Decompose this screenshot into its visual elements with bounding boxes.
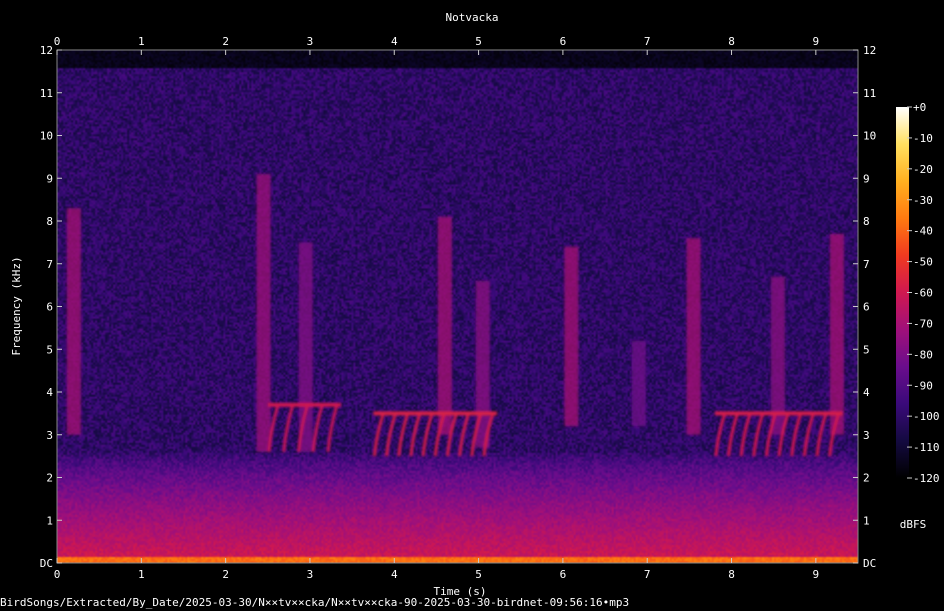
spectrogram-chart: Notvacka 0123456789 0123456789 DC1234567… [10, 11, 940, 598]
y-tick-label: 1 [46, 514, 53, 527]
y-tick-label: 11 [40, 87, 53, 100]
bird-call-mark [256, 173, 271, 452]
y-tick-label-right: 1 [863, 514, 870, 527]
y-tick-label: 7 [46, 258, 53, 271]
colorbar-ticks: +0 -10 -20 -30 -40 -50 -60 -70 -80 -90 -100 -110 -12… [907, 101, 940, 485]
colorbar-tick-label: -100 [913, 410, 940, 423]
x-tick-label: 4 [391, 568, 398, 581]
colorbar-tick-label: -60 [913, 287, 933, 300]
bird-call-mark [829, 233, 844, 435]
y-tick-label: 4 [46, 386, 53, 399]
trill-band [714, 411, 843, 416]
y-tick-label-right: 10 [863, 130, 876, 143]
colorbar-tick-label: -40 [913, 225, 933, 238]
x-tick-label-top: 7 [644, 35, 651, 48]
bird-call-mark [631, 340, 646, 427]
trill-band [373, 411, 498, 416]
y-tick-label: 2 [46, 472, 53, 485]
y-tick-label: 5 [46, 343, 53, 356]
y-tick-label-right: 7 [863, 258, 870, 271]
plot-area [57, 50, 858, 563]
y-tick-label: 12 [40, 44, 53, 57]
x-tick-label: 8 [728, 568, 735, 581]
colorbar-tick-label: -70 [913, 317, 933, 330]
y-tick-label: 6 [46, 301, 53, 314]
colorbar-tick-label: -50 [913, 256, 933, 269]
colorbar-tick-label: -80 [913, 348, 933, 361]
y-tick-label-right: 9 [863, 172, 870, 185]
colorbar-tick-label: -10 [913, 132, 933, 145]
y-tick-label-right: 4 [863, 386, 870, 399]
colorbar-tick-label: -30 [913, 194, 933, 207]
chart-title: Notvacka [446, 11, 499, 24]
x-tick-label-top: 9 [813, 35, 820, 48]
y-tick-label-right: 3 [863, 429, 870, 442]
y-tick-label-right: 11 [863, 87, 876, 100]
x-tick-label: 0 [54, 568, 61, 581]
y-tick-label: 8 [46, 215, 53, 228]
bird-call-mark [770, 276, 785, 435]
x-tick-label-top: 5 [475, 35, 482, 48]
y-tick-label-right: DC [863, 557, 876, 570]
x-tick-label-top: 1 [138, 35, 145, 48]
bird-call-mark [564, 246, 579, 427]
bird-call-mark [298, 242, 313, 452]
x-tick-label-top: 8 [728, 35, 735, 48]
colorbar-tick-label: -90 [913, 379, 933, 392]
x-tick-label: 1 [138, 568, 145, 581]
colorbar-unit: dBFS [900, 518, 927, 531]
y-tick-label-right: 12 [863, 44, 876, 57]
bird-call-mark [437, 216, 452, 435]
x-tick-label: 3 [307, 568, 314, 581]
y-tick-label-right: 5 [863, 343, 870, 356]
y-axis-label: Frequency (kHz) [10, 256, 23, 355]
y-tick-label: 9 [46, 172, 53, 185]
file-path: BirdSongs/Extracted/By_Date/2025-03-30/N… [0, 596, 630, 609]
x-tick-label: 6 [560, 568, 567, 581]
trill-band [268, 402, 342, 407]
y-tick-label-right: 2 [863, 472, 870, 485]
x-tick-label-top: 3 [307, 35, 314, 48]
spectrogram-image [57, 50, 858, 563]
colorbar-tick-label: -120 [913, 472, 940, 485]
y-tick-label: DC [40, 557, 53, 570]
x-tick-label-top: 6 [560, 35, 567, 48]
x-tick-label-top: 4 [391, 35, 398, 48]
y-tick-label: 10 [40, 130, 53, 143]
bird-call-mark [686, 238, 701, 435]
colorbar-tick-label: -110 [913, 441, 940, 454]
colorbar-tick-label: +0 [913, 101, 926, 114]
y-tick-label: 3 [46, 429, 53, 442]
x-tick-label: 7 [644, 568, 651, 581]
x-tick-label: 9 [813, 568, 820, 581]
x-tick-label-top: 0 [54, 35, 61, 48]
colorbar-tick-label: -20 [913, 163, 933, 176]
x-tick-label: 5 [475, 568, 482, 581]
y-tick-label-right: 8 [863, 215, 870, 228]
x-tick-label-top: 2 [222, 35, 229, 48]
y-tick-label-right: 6 [863, 301, 870, 314]
bird-call-mark [66, 208, 81, 435]
x-tick-label: 2 [222, 568, 229, 581]
